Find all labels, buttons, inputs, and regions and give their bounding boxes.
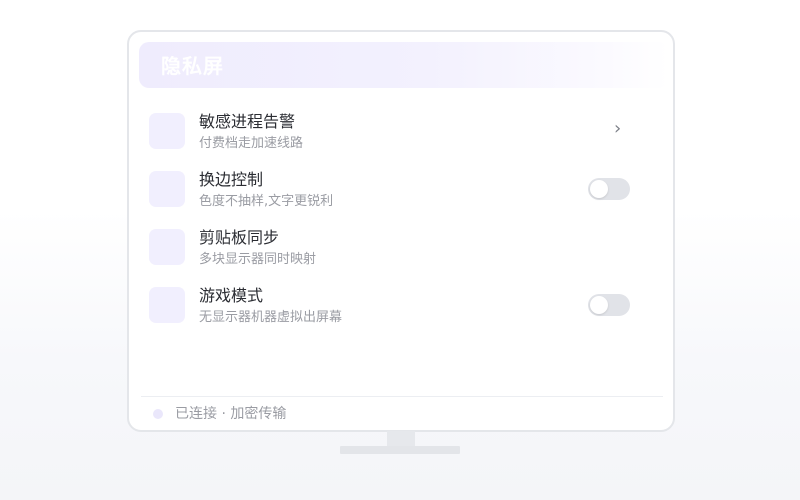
feature-icon — [149, 229, 185, 265]
header-banner: 隐私屏 — [139, 42, 669, 88]
setting-row-sensitive-process-alert[interactable]: 敏感进程告警 付费档走加速线路 › — [129, 102, 673, 156]
setting-subtitle: 多块显示器同时映射 — [199, 252, 317, 267]
setting-subtitle: 色度不抽样,文字更锐利 — [199, 194, 334, 209]
setting-title: 换边控制 — [199, 170, 264, 189]
setting-row-edge-switch-control: 换边控制 色度不抽样,文字更锐利 — [129, 160, 673, 214]
setting-subtitle: 无显示器机器虚拟出屏幕 — [199, 310, 343, 325]
setting-title: 敏感进程告警 — [199, 112, 296, 131]
feature-icon — [149, 287, 185, 323]
edge-switch-toggle[interactable] — [588, 178, 630, 200]
setting-row-clipboard-sync[interactable]: 剪贴板同步 多块显示器同时映射 — [129, 218, 673, 272]
feature-icon — [149, 113, 185, 149]
connection-status: 已连接 · 加密传输 — [175, 406, 287, 422]
feature-icon — [149, 171, 185, 207]
setting-row-game-mode: 游戏模式 无显示器机器虚拟出屏幕 — [129, 276, 673, 330]
toggle-knob — [590, 180, 608, 198]
status-dot-icon — [153, 409, 163, 419]
toggle-knob — [590, 296, 608, 314]
setting-title: 剪贴板同步 — [199, 228, 280, 247]
monitor-frame: 隐私屏 敏感进程告警 付费档走加速线路 › 换边控制 色度不抽样,文字更锐利 剪… — [127, 30, 675, 432]
page-title: 隐私屏 — [161, 54, 224, 78]
setting-title: 游戏模式 — [199, 286, 264, 305]
monitor-stand-neck — [387, 431, 415, 447]
monitor-stand-base — [340, 446, 460, 454]
game-mode-toggle[interactable] — [588, 294, 630, 316]
footer-divider — [141, 396, 663, 397]
chevron-right-icon[interactable]: › — [614, 119, 621, 139]
setting-subtitle: 付费档走加速线路 — [199, 136, 304, 151]
